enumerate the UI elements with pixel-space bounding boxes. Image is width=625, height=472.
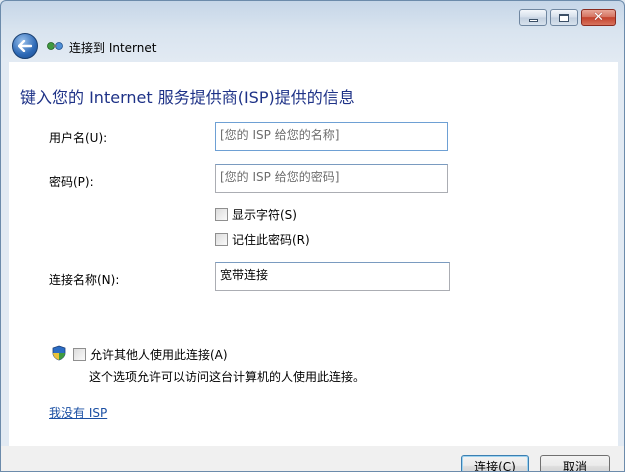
uac-shield-icon <box>52 345 66 361</box>
show-characters-label: 显示字符(S) <box>232 208 297 222</box>
wizard-content: 键入您的 Internet 服务提供商(ISP)提供的信息 用户名(U): [您… <box>9 62 618 446</box>
remember-password-option[interactable]: 记住此密码(R) <box>215 231 310 248</box>
connect-dialog-window: ✕ 连接到 Internet 键入您的 Internet 服务提供商(ISP)提… <box>0 0 625 472</box>
minimize-icon <box>528 18 538 22</box>
username-label: 用户名(U): <box>49 131 108 145</box>
remember-password-checkbox[interactable] <box>215 233 228 246</box>
allow-others-option[interactable]: 允许其他人使用此连接(A) <box>73 346 228 363</box>
show-characters-checkbox[interactable] <box>215 208 228 221</box>
page-heading: 键入您的 Internet 服务提供商(ISP)提供的信息 <box>20 88 355 107</box>
back-button[interactable] <box>12 33 38 59</box>
remember-password-label: 记住此密码(R) <box>232 233 310 247</box>
maximize-button[interactable] <box>550 9 578 26</box>
window-title: 连接到 Internet <box>69 41 157 55</box>
close-button[interactable]: ✕ <box>581 9 616 26</box>
cancel-button[interactable]: 取消 <box>540 455 610 471</box>
no-isp-link[interactable]: 我没有 ISP <box>49 404 107 421</box>
show-characters-option[interactable]: 显示字符(S) <box>215 206 297 223</box>
dialog-footer: 连接(C) 取消 <box>1 446 624 471</box>
wizard-header: 连接到 Internet <box>1 31 624 61</box>
back-arrow-icon <box>18 40 32 52</box>
close-icon: ✕ <box>593 10 604 25</box>
network-connection-icon <box>47 42 63 50</box>
allow-others-checkbox[interactable] <box>73 348 86 361</box>
minimize-button[interactable] <box>519 9 547 26</box>
allow-others-description: 这个选项允许可以访问这台计算机的人使用此连接。 <box>89 370 366 384</box>
username-field[interactable]: [您的 ISP 给您的名称] <box>215 122 448 151</box>
connection-name-label: 连接名称(N): <box>49 273 120 287</box>
maximize-icon <box>559 13 569 22</box>
password-field[interactable]: [您的 ISP 给您的密码] <box>215 164 448 193</box>
allow-others-label: 允许其他人使用此连接(A) <box>90 348 228 362</box>
connection-name-field[interactable]: 宽带连接 <box>215 262 450 291</box>
password-label: 密码(P): <box>49 175 94 189</box>
connect-button[interactable]: 连接(C) <box>461 455 529 471</box>
caption-buttons: ✕ <box>519 9 616 26</box>
